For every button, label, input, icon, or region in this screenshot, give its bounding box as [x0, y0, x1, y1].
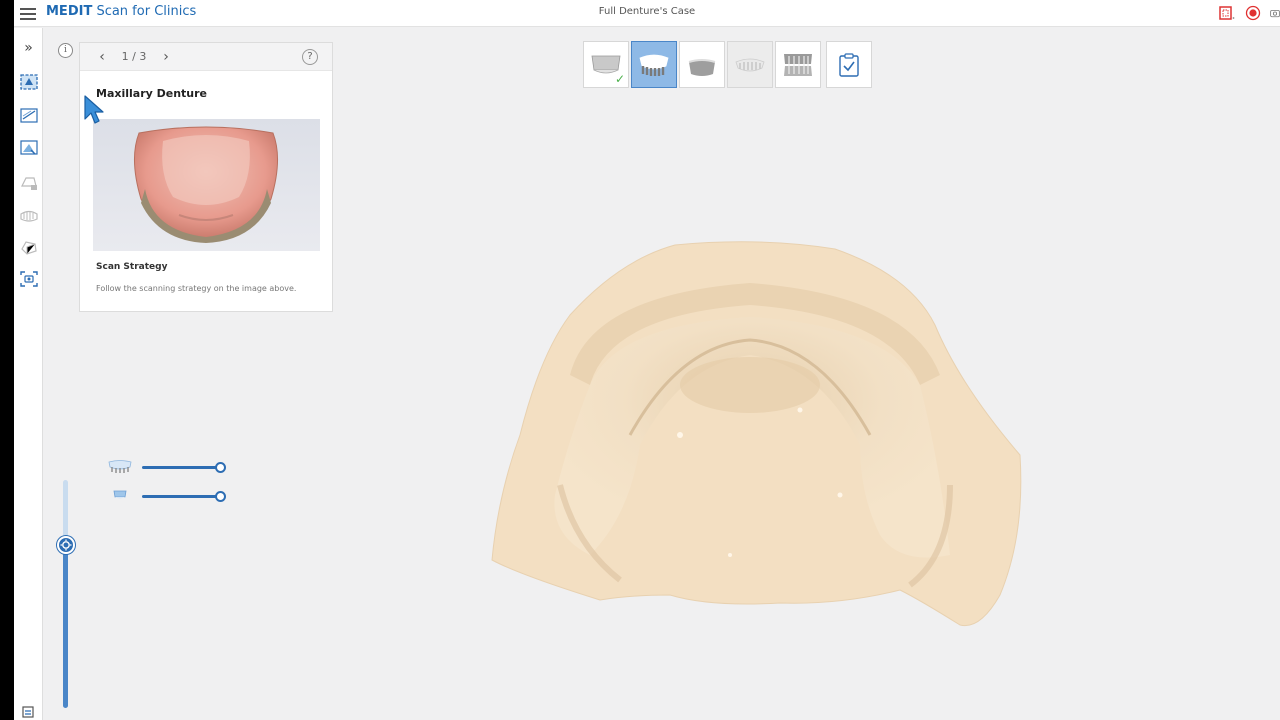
scan-strategy-text: Follow the scanning strategy on the imag…: [96, 284, 297, 293]
lower-opacity-track[interactable]: [142, 495, 220, 498]
stage-occlusion[interactable]: [775, 41, 821, 88]
stage-mandible[interactable]: ✓: [583, 41, 629, 88]
titlebar-tools: [1218, 4, 1280, 22]
expand-toolbar-icon[interactable]: »: [17, 36, 40, 59]
bite-tool-icon: [17, 236, 40, 259]
vertical-slider-thumb[interactable]: [57, 536, 75, 554]
help-icon[interactable]: ?: [302, 49, 318, 65]
locked-scan-icon: [17, 171, 40, 194]
stage-maxillary-denture[interactable]: [631, 41, 677, 88]
capture-tool-icon[interactable]: [17, 267, 40, 290]
teeth-tool-icon: [17, 204, 40, 227]
scan-stage-bar: ✓: [583, 41, 872, 88]
scan-guide-panel: ‹ 1 / 3 › ? Maxillary Denture Scan Strat…: [79, 42, 333, 312]
info-icon[interactable]: i: [58, 43, 73, 58]
trim-tool-icon[interactable]: [17, 103, 40, 126]
capture-region-icon[interactable]: [1218, 4, 1236, 22]
upper-denture-layer-icon[interactable]: [108, 459, 132, 475]
screen-left-edge: [0, 0, 14, 720]
title-bar: MEDIT Scan for Clinics Full Denture's Ca…: [14, 0, 1280, 27]
scan-mode-icon[interactable]: [17, 70, 40, 93]
page-indicator: 1 / 3: [121, 50, 147, 63]
previous-page-icon[interactable]: ‹: [94, 49, 110, 65]
lower-base-layer-icon[interactable]: [108, 488, 132, 504]
maxillary-denture-image: [93, 119, 320, 251]
app-brand: MEDIT: [46, 4, 93, 19]
app-name: Scan for Clinics: [92, 4, 197, 19]
stage-base[interactable]: [679, 41, 725, 88]
hamburger-menu-icon[interactable]: [20, 5, 36, 21]
stage-complete[interactable]: [826, 41, 872, 88]
record-icon[interactable]: [1244, 4, 1262, 22]
scan-model-viewport[interactable]: [480, 235, 1040, 635]
screenshot-icon[interactable]: [1270, 4, 1280, 22]
scan-strategy-title: Scan Strategy: [96, 262, 168, 272]
vertical-slider-fill: [63, 546, 68, 708]
window-title: Full Denture's Case: [598, 6, 696, 17]
guide-title: Maxillary Denture: [96, 87, 208, 100]
scanner-settings-icon[interactable]: [17, 700, 40, 720]
upper-opacity-track[interactable]: [142, 466, 220, 469]
guide-navigation: ‹ 1 / 3 › ?: [80, 43, 332, 71]
stage-denture-teeth: [727, 41, 773, 88]
lower-opacity-thumb[interactable]: [215, 491, 226, 502]
upper-opacity-thumb[interactable]: [215, 462, 226, 473]
next-page-icon[interactable]: ›: [158, 49, 174, 65]
completed-check-icon: ✓: [614, 72, 625, 86]
app-title: MEDIT Scan for Clinics: [46, 4, 196, 19]
left-toolbar: »: [14, 28, 43, 720]
lock-area-icon[interactable]: [17, 135, 40, 158]
